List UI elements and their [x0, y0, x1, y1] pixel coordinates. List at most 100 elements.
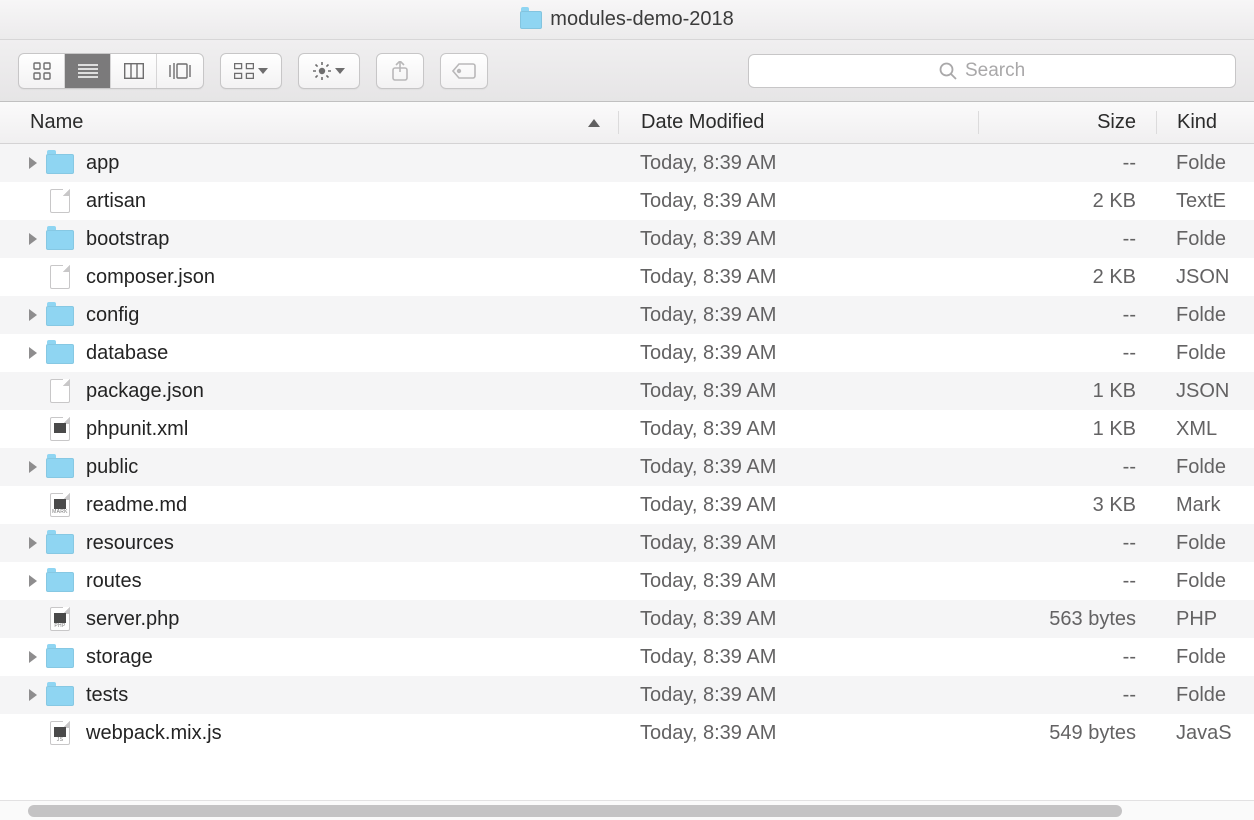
- cell-size: --: [978, 570, 1156, 593]
- toolbar: [0, 40, 1254, 102]
- view-list-button[interactable]: [65, 54, 111, 88]
- file-row[interactable]: artisanToday, 8:39 AM2 KBTextE: [0, 182, 1254, 220]
- cell-date: Today, 8:39 AM: [618, 456, 978, 479]
- folder-icon: [46, 154, 74, 174]
- cell-size: 1 KB: [978, 380, 1156, 403]
- file-row[interactable]: MARK readme.md Today, 8:39 AM3 KBMark: [0, 486, 1254, 524]
- file-row[interactable]: bootstrapToday, 8:39 AM--Folde: [0, 220, 1254, 258]
- file-name: artisan: [86, 190, 146, 213]
- file-row[interactable]: resourcesToday, 8:39 AM--Folde: [0, 524, 1254, 562]
- file-name: phpunit.xml: [86, 418, 188, 441]
- disclosure-triangle[interactable]: [26, 232, 40, 246]
- column-header-label: Name: [30, 111, 83, 134]
- cell-name: database: [0, 342, 618, 365]
- disclosure-triangle[interactable]: [26, 574, 40, 588]
- file-icon: MARK: [50, 493, 70, 517]
- cell-name: package.json: [0, 379, 618, 403]
- chevron-right-icon: [29, 575, 37, 587]
- cell-date: Today, 8:39 AM: [618, 608, 978, 631]
- folder-icon: [46, 230, 74, 250]
- search-icon: [939, 62, 957, 80]
- disclosure-triangle[interactable]: [26, 308, 40, 322]
- column-header-name[interactable]: Name: [0, 111, 618, 134]
- disclosure-triangle[interactable]: [26, 650, 40, 664]
- file-row[interactable]: PHPserver.phpToday, 8:39 AM563 bytesPHP: [0, 600, 1254, 638]
- file-row[interactable]: composer.jsonToday, 8:39 AM2 KBJSON: [0, 258, 1254, 296]
- cell-size: --: [978, 456, 1156, 479]
- file-row[interactable]: configToday, 8:39 AM--Folde: [0, 296, 1254, 334]
- disclosure-triangle[interactable]: [26, 688, 40, 702]
- cell-size: 3 KB: [978, 494, 1156, 517]
- cell-name: JSwebpack.mix.js: [0, 721, 618, 745]
- folder-icon: [46, 306, 74, 326]
- file-row[interactable]: databaseToday, 8:39 AM--Folde: [0, 334, 1254, 372]
- cell-kind: Folde: [1156, 532, 1254, 555]
- disclosure-triangle[interactable]: [26, 536, 40, 550]
- file-list[interactable]: appToday, 8:39 AM--FoldeartisanToday, 8:…: [0, 144, 1254, 769]
- cell-size: --: [978, 532, 1156, 555]
- scrollbar-thumb[interactable]: [28, 805, 1122, 817]
- search-field[interactable]: [748, 54, 1236, 88]
- chevron-down-icon: [335, 68, 345, 74]
- disclosure-triangle[interactable]: [26, 346, 40, 360]
- chevron-right-icon: [29, 347, 37, 359]
- cell-date: Today, 8:39 AM: [618, 684, 978, 707]
- view-icons-button[interactable]: [19, 54, 65, 88]
- cell-size: --: [978, 684, 1156, 707]
- arrange-group: [220, 53, 282, 89]
- view-gallery-button[interactable]: [157, 54, 203, 88]
- share-button[interactable]: [377, 54, 423, 88]
- disclosure-triangle[interactable]: [26, 156, 40, 170]
- file-row[interactable]: phpunit.xmlToday, 8:39 AM1 KBXML: [0, 410, 1254, 448]
- column-header-size[interactable]: Size: [978, 111, 1156, 134]
- search-input[interactable]: [965, 60, 1045, 82]
- file-name: public: [86, 456, 138, 479]
- column-header-label: Kind: [1177, 111, 1217, 133]
- horizontal-scrollbar[interactable]: [0, 800, 1254, 820]
- cell-name: artisan: [0, 189, 618, 213]
- folder-icon: [520, 11, 542, 29]
- file-name: server.php: [86, 608, 179, 631]
- cell-size: --: [978, 304, 1156, 327]
- cell-size: 2 KB: [978, 190, 1156, 213]
- chevron-right-icon: [29, 309, 37, 321]
- file-type-tag: PHP: [51, 624, 69, 629]
- cell-size: 1 KB: [978, 418, 1156, 441]
- chevron-right-icon: [29, 461, 37, 473]
- file-row[interactable]: testsToday, 8:39 AM--Folde: [0, 676, 1254, 714]
- file-icon: [50, 379, 70, 403]
- arrange-button[interactable]: [221, 54, 281, 88]
- cell-name: storage: [0, 646, 618, 669]
- column-header-kind[interactable]: Kind: [1156, 111, 1254, 134]
- cell-date: Today, 8:39 AM: [618, 304, 978, 327]
- window-title: modules-demo-2018: [550, 8, 733, 31]
- view-columns-button[interactable]: [111, 54, 157, 88]
- file-row[interactable]: storageToday, 8:39 AM--Folde: [0, 638, 1254, 676]
- cell-date: Today, 8:39 AM: [618, 266, 978, 289]
- file-row[interactable]: JSwebpack.mix.jsToday, 8:39 AM549 bytesJ…: [0, 714, 1254, 752]
- cell-name: composer.json: [0, 265, 618, 289]
- file-row[interactable]: publicToday, 8:39 AM--Folde: [0, 448, 1254, 486]
- disclosure-triangle[interactable]: [26, 460, 40, 474]
- cell-kind: XML: [1156, 418, 1254, 441]
- column-header-date[interactable]: Date Modified: [618, 111, 978, 134]
- cell-size: 563 bytes: [978, 608, 1156, 631]
- view-mode-group: [18, 53, 204, 89]
- file-row[interactable]: package.jsonToday, 8:39 AM1 KBJSON: [0, 372, 1254, 410]
- cell-kind: JavaS: [1156, 722, 1254, 745]
- file-row[interactable]: appToday, 8:39 AM--Folde: [0, 144, 1254, 182]
- cell-kind: Mark: [1156, 494, 1254, 517]
- share-group: [376, 53, 424, 89]
- cell-name: app: [0, 152, 618, 175]
- edit-tags-button[interactable]: [441, 54, 487, 88]
- folder-icon: [46, 686, 74, 706]
- file-row[interactable]: routesToday, 8:39 AM--Folde: [0, 562, 1254, 600]
- cell-size: --: [978, 228, 1156, 251]
- cell-kind: PHP: [1156, 608, 1254, 631]
- file-name: readme.md: [86, 494, 187, 517]
- action-menu-button[interactable]: [299, 54, 359, 88]
- cell-date: Today, 8:39 AM: [618, 494, 978, 517]
- folder-icon: [46, 572, 74, 592]
- file-name: webpack.mix.js: [86, 722, 222, 745]
- folder-icon: [46, 534, 74, 554]
